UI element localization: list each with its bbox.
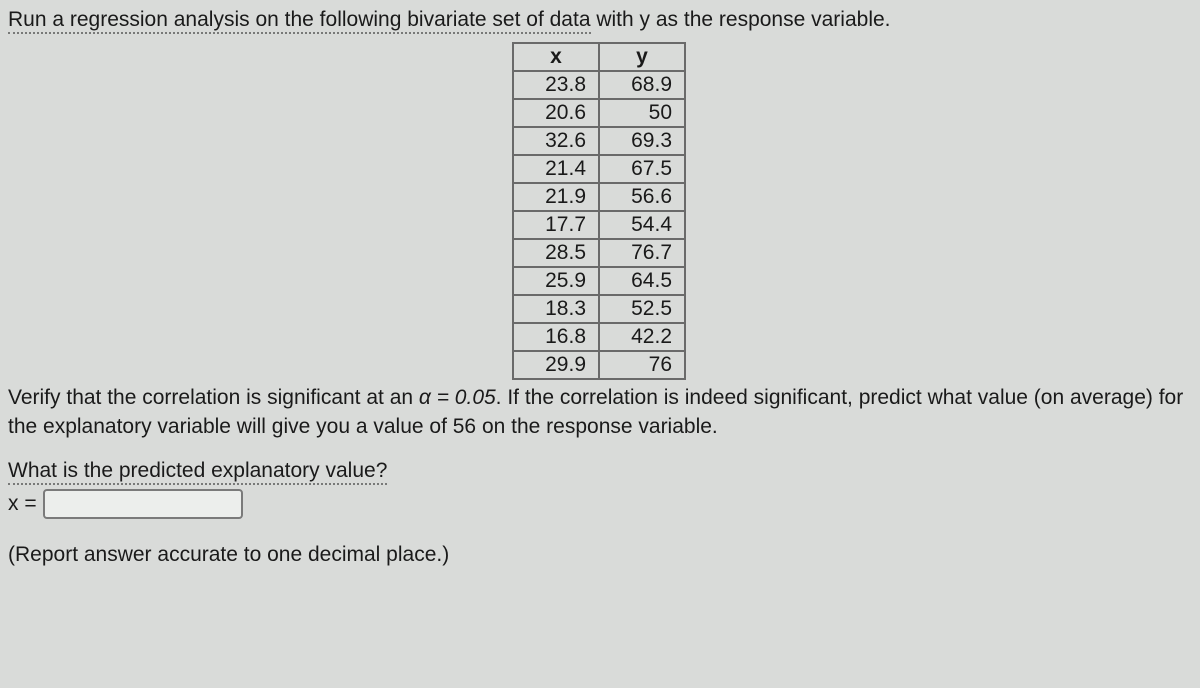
cell-y: 69.3 <box>599 127 685 155</box>
table-row: 20.650 <box>513 99 685 127</box>
cell-y: 50 <box>599 99 685 127</box>
answer-input[interactable] <box>43 489 243 519</box>
cell-x: 21.4 <box>513 155 599 183</box>
cell-x: 20.6 <box>513 99 599 127</box>
table-row: 18.352.5 <box>513 295 685 323</box>
table-row: 32.669.3 <box>513 127 685 155</box>
cell-y: 42.2 <box>599 323 685 351</box>
question-prompt: What is the predicted explanatory value? <box>8 459 387 485</box>
table-row: 21.956.6 <box>513 183 685 211</box>
cell-y: 54.4 <box>599 211 685 239</box>
cell-x: 25.9 <box>513 267 599 295</box>
table-row: 17.754.4 <box>513 211 685 239</box>
cell-y: 76.7 <box>599 239 685 267</box>
cell-y: 76 <box>599 351 685 379</box>
cell-x: 17.7 <box>513 211 599 239</box>
table-row: 29.976 <box>513 351 685 379</box>
cell-x: 23.8 <box>513 71 599 99</box>
cell-y: 64.5 <box>599 267 685 295</box>
cell-x: 28.5 <box>513 239 599 267</box>
instruction-text-2a: Verify that the correlation is significa… <box>8 386 419 409</box>
data-table: x y 23.868.920.65032.669.321.467.521.956… <box>512 42 686 380</box>
cell-y: 67.5 <box>599 155 685 183</box>
cell-x: 16.8 <box>513 323 599 351</box>
cell-y: 52.5 <box>599 295 685 323</box>
table-row: 25.964.5 <box>513 267 685 295</box>
instruction-line-1: Run a regression analysis on the followi… <box>8 6 1190 34</box>
cell-y: 68.9 <box>599 71 685 99</box>
alpha-value: α = 0.05 <box>419 386 496 409</box>
cell-x: 21.9 <box>513 183 599 211</box>
instruction-text-1b: with y as the response variable. <box>591 8 891 31</box>
table-row: 28.576.7 <box>513 239 685 267</box>
accuracy-note: (Report answer accurate to one decimal p… <box>8 543 1190 567</box>
col-header-y: y <box>599 43 685 71</box>
col-header-x: x <box>513 43 599 71</box>
cell-x: 32.6 <box>513 127 599 155</box>
cell-y: 56.6 <box>599 183 685 211</box>
cell-x: 29.9 <box>513 351 599 379</box>
table-row: 23.868.9 <box>513 71 685 99</box>
table-row: 16.842.2 <box>513 323 685 351</box>
table-row: 21.467.5 <box>513 155 685 183</box>
cell-x: 18.3 <box>513 295 599 323</box>
answer-label: x = <box>8 492 37 516</box>
instruction-line-2: Verify that the correlation is significa… <box>8 384 1190 441</box>
instruction-text-1a: Run a regression analysis on the followi… <box>8 8 591 34</box>
